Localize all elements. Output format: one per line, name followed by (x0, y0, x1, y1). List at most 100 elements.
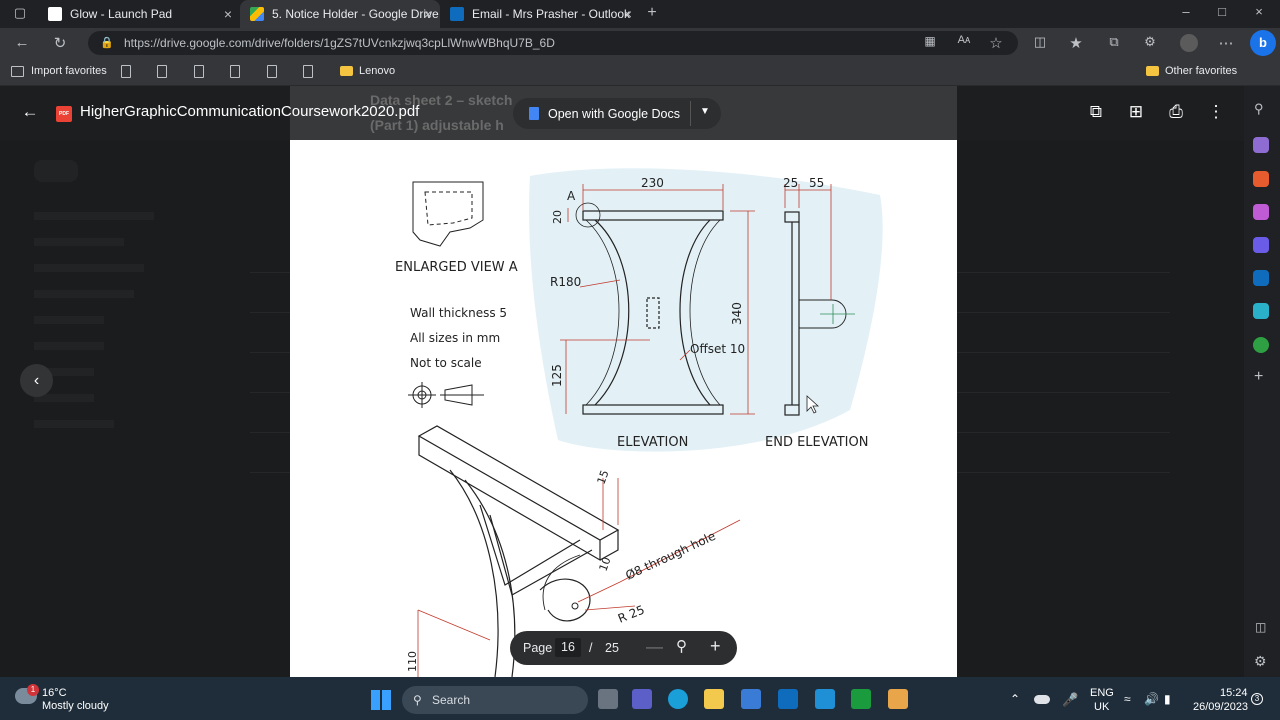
bookmark-page-icon[interactable] (121, 65, 131, 78)
close-icon[interactable]: × (424, 6, 432, 22)
tab-outlook[interactable]: Email - Mrs Prasher - Outlook × (440, 0, 640, 28)
label-a: A (567, 189, 576, 203)
favorite-star-icon[interactable]: ☆ (986, 34, 1006, 52)
page-number-input[interactable]: 16 (555, 638, 581, 657)
back-icon[interactable]: ← (12, 34, 32, 51)
import-favorites[interactable]: Import favorites (11, 65, 107, 77)
enlarged-view-sketch (412, 181, 484, 247)
dim-55: 55 (809, 176, 824, 190)
sidebar-settings-icon[interactable]: ⚙ (1254, 653, 1267, 670)
sidebar-layout-icon[interactable]: ◫ (1255, 620, 1266, 634)
read-aloud-icon[interactable]: Aᴀ (954, 34, 974, 46)
language-region[interactable]: UK (1094, 701, 1109, 713)
clock-time[interactable]: 15:24 (1220, 687, 1248, 699)
onedrive-icon[interactable] (1034, 695, 1050, 704)
app-icon[interactable]: ▦ (920, 34, 940, 48)
bookmark-page-icon[interactable] (157, 65, 167, 78)
zoom-in-icon[interactable]: + (710, 636, 721, 657)
open-with-label: Open with Google Docs (548, 106, 681, 121)
elevation-label: ELEVATION (617, 435, 688, 450)
bookmark-label: Import favorites (31, 65, 107, 77)
bookmark-page-icon[interactable] (194, 65, 204, 78)
total-pages: 25 (605, 641, 619, 655)
new-window-icon[interactable]: ⊞ (1124, 102, 1148, 122)
battery-icon[interactable]: ▮ (1164, 692, 1171, 706)
chevron-down-icon[interactable]: ▼ (700, 106, 710, 117)
bookmark-page-icon[interactable] (303, 65, 313, 78)
zoom-out-icon[interactable]: — (646, 637, 663, 657)
new-tab-icon[interactable]: + (642, 4, 662, 22)
docs-icon (529, 107, 539, 120)
print-icon[interactable]: ⎙ (1164, 102, 1188, 122)
sidebar-outlook-icon[interactable] (1253, 270, 1269, 286)
chevron-up-icon[interactable]: ⌃ (1010, 692, 1020, 706)
note-scale: Not to scale (410, 356, 482, 370)
taskbar-search[interactable]: ⚲ Search (402, 686, 588, 714)
sidebar-tag-icon[interactable] (1253, 137, 1269, 153)
clock-date[interactable]: 26/09/2023 (1193, 701, 1248, 713)
open-with-docs-button[interactable]: Open with Google Docs ▼ (513, 98, 721, 129)
sidebar-toolbox-icon[interactable] (1253, 171, 1269, 187)
store-icon[interactable] (741, 689, 761, 709)
volume-icon[interactable]: 🔊 (1144, 692, 1159, 706)
maximize-icon[interactable]: □ (1212, 4, 1232, 19)
minimize-icon[interactable]: – (1176, 4, 1196, 19)
bookmark-page-icon[interactable] (230, 65, 240, 78)
page-controls: Page 16 / 25 — ⚲ + (510, 631, 737, 665)
edge-icon[interactable] (668, 689, 688, 709)
tab-actions-icon[interactable]: ▢ (10, 5, 30, 21)
enlarged-view-label: ENLARGED VIEW A (395, 260, 518, 275)
bookmarks-bar: Import favorites Lenovo Other favorites (0, 58, 1280, 86)
language[interactable]: ENG (1090, 687, 1114, 699)
split-screen-icon[interactable]: ◫ (1030, 34, 1050, 50)
tab-drive[interactable]: 5. Notice Holder - Google Drive × (240, 0, 440, 28)
learning-app-icon[interactable] (815, 689, 835, 709)
close-icon[interactable]: × (624, 6, 632, 22)
excel-icon[interactable] (851, 689, 871, 709)
sidebar-add-icon[interactable]: + (1254, 368, 1263, 386)
sidebar-chess-icon[interactable] (1253, 204, 1269, 220)
refresh-icon[interactable]: ↻ (50, 34, 70, 52)
bookmark-lenovo[interactable]: Lenovo (340, 65, 395, 77)
extensions-icon[interactable]: ⚙ (1140, 34, 1160, 50)
notes-app-icon[interactable] (888, 689, 908, 709)
microphone-icon[interactable]: 🎤 (1062, 692, 1078, 708)
windows-start-icon[interactable] (371, 690, 391, 710)
sidebar-copilot-icon[interactable] (1253, 237, 1269, 253)
zoom-icon[interactable]: ⚲ (676, 637, 687, 655)
dim-r180: R180 (550, 275, 581, 289)
more-icon[interactable]: ⋯ (1216, 34, 1236, 52)
teams-icon[interactable] (632, 689, 652, 709)
mail-icon[interactable] (778, 689, 798, 709)
notification-badge[interactable]: 3 (1251, 693, 1263, 705)
close-window-icon[interactable]: × (1249, 4, 1269, 19)
other-favorites[interactable]: Other favorites (1146, 65, 1237, 77)
import-icon (11, 65, 24, 77)
bing-icon[interactable]: b (1250, 30, 1276, 56)
favorites-icon[interactable]: ★ (1066, 34, 1086, 52)
lock-icon: 🔒 (100, 37, 114, 49)
avatar[interactable] (1180, 34, 1198, 52)
previous-file-button[interactable]: ‹ (20, 364, 53, 397)
address-bar[interactable]: 🔒 https://drive.google.com/drive/folders… (88, 31, 1018, 55)
bookmark-page-icon[interactable] (267, 65, 277, 78)
more-actions-icon[interactable]: ⋮ (1204, 102, 1228, 122)
page-label: Page (523, 641, 553, 655)
sidebar-tree-icon[interactable] (1253, 337, 1269, 353)
weather-badge: 1 (27, 684, 39, 696)
technical-drawing: ENLARGED VIEW A Wall thickness 5 All siz… (395, 168, 883, 677)
close-viewer-back-icon[interactable]: ← (18, 102, 42, 122)
wifi-icon[interactable]: ≈ (1124, 692, 1131, 706)
dim-25: 25 (783, 176, 798, 190)
close-icon[interactable]: × (224, 6, 232, 22)
sidebar-search-icon[interactable]: ⚲ (1254, 101, 1264, 117)
file-explorer-icon[interactable] (704, 689, 724, 709)
task-view-icon[interactable] (598, 689, 618, 709)
tab-glow[interactable]: Glow - Launch Pad × (38, 0, 240, 28)
dim-offset: Offset 10 (690, 342, 745, 356)
sidebar-send-icon[interactable] (1253, 303, 1269, 319)
collections-icon[interactable]: ⧉ (1104, 34, 1124, 50)
temperature[interactable]: 16°C (42, 687, 67, 699)
add-to-drive-icon[interactable]: ⧉ (1084, 102, 1108, 122)
weather-text[interactable]: Mostly cloudy (42, 700, 109, 712)
